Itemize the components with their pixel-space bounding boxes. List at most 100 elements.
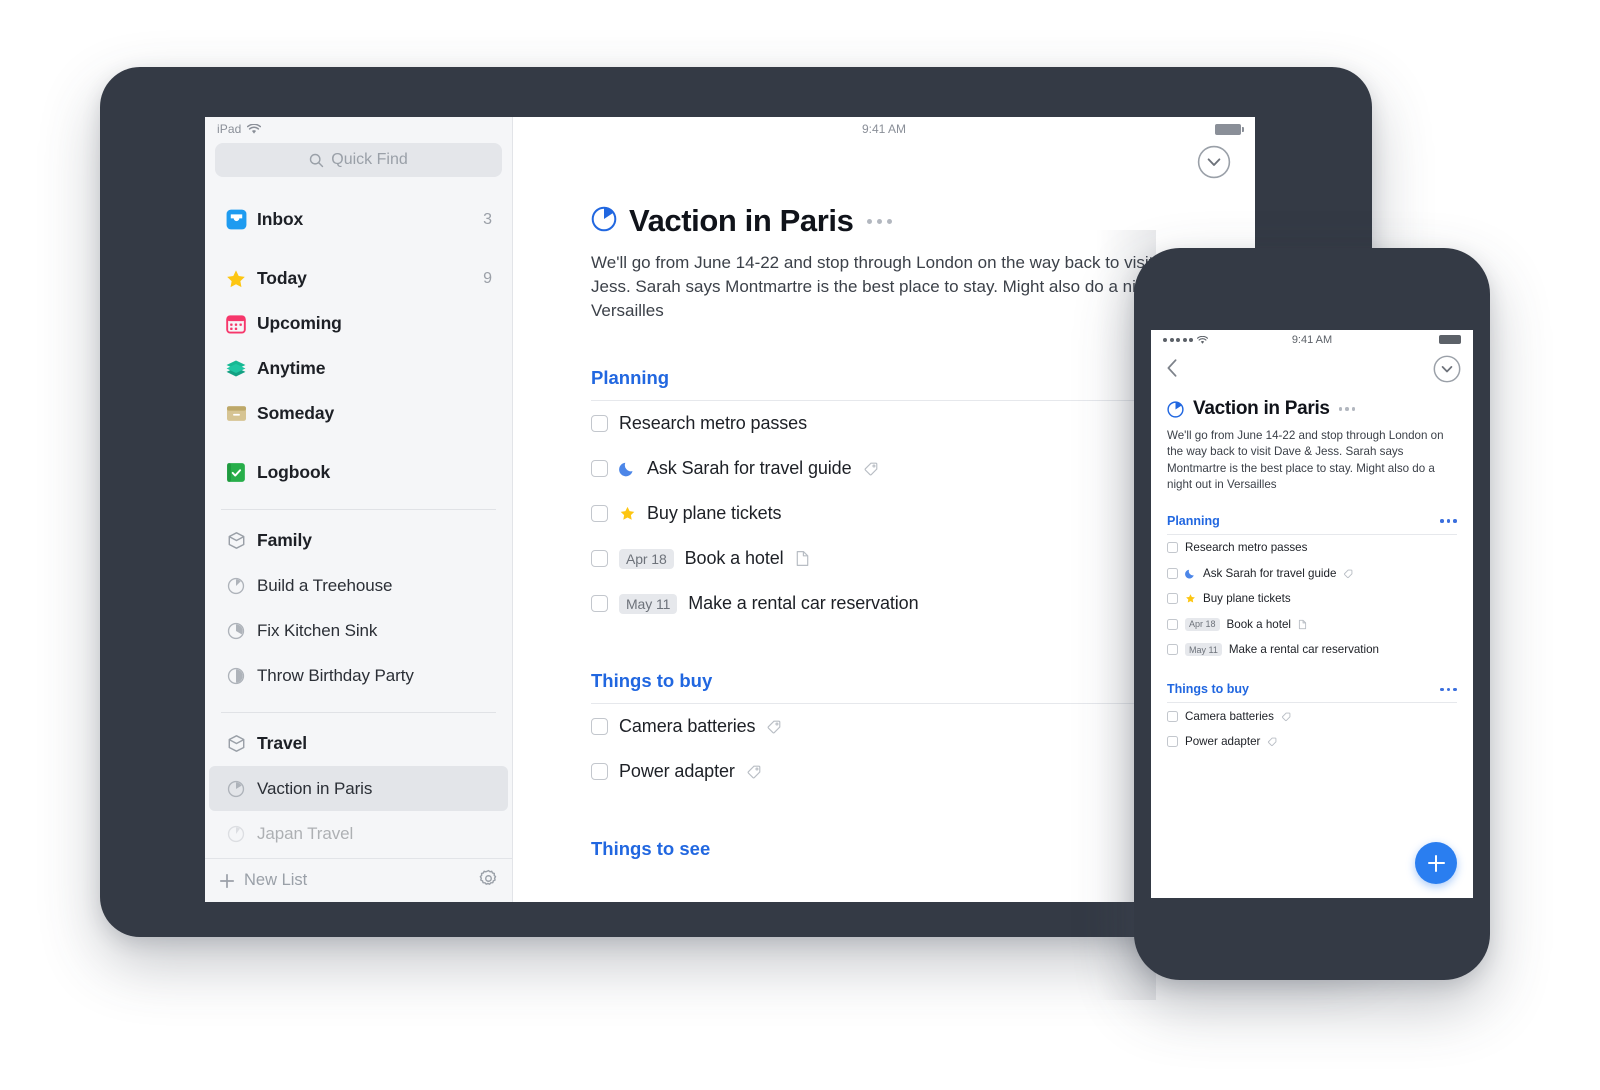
- tag-icon: [766, 718, 783, 735]
- task-title: Buy plane tickets: [647, 503, 782, 524]
- sidebar-item-logbook[interactable]: Logbook: [209, 450, 508, 495]
- sidebar-area-label: Family: [257, 530, 312, 550]
- new-list-label: New List: [244, 871, 308, 889]
- task-checkbox[interactable]: [1167, 736, 1178, 748]
- task-row[interactable]: Power adapter: [1167, 729, 1457, 755]
- progress-pie-icon: [223, 667, 249, 685]
- task-checkbox[interactable]: [591, 718, 608, 736]
- task-checkbox[interactable]: [591, 460, 608, 478]
- page-title: Vaction in Paris: [629, 203, 854, 238]
- sidebar-item-today[interactable]: Today 9: [209, 256, 508, 301]
- section-heading: Things to buy: [591, 670, 713, 692]
- star-icon: [619, 505, 636, 522]
- sidebar-item-someday[interactable]: Someday: [209, 391, 508, 436]
- section-heading: Planning: [591, 367, 670, 389]
- section-menu-button[interactable]: [1440, 519, 1457, 523]
- task-checkbox[interactable]: [1167, 710, 1178, 722]
- sidebar-area-family[interactable]: Family: [209, 518, 508, 563]
- box-icon: [223, 404, 249, 423]
- search-input[interactable]: Quick Find: [215, 143, 502, 177]
- progress-pie-icon: [223, 577, 249, 595]
- sidebar-project-fix-kitchen-sink[interactable]: Fix Kitchen Sink: [209, 608, 508, 653]
- task-date-badge: Apr 18: [1185, 617, 1220, 631]
- gear-icon[interactable]: [479, 869, 498, 893]
- sidebar-project-label: Fix Kitchen Sink: [257, 620, 378, 640]
- collapse-all-button[interactable]: [1197, 145, 1231, 179]
- back-button[interactable]: [1165, 357, 1179, 384]
- sidebar-project-vaction-in-paris[interactable]: Vaction in Paris: [209, 766, 508, 811]
- task-row[interactable]: May 11 Make a rental car reservation: [1167, 637, 1457, 663]
- content-status-bar: 9:41 AM: [513, 117, 1255, 141]
- task-row[interactable]: Camera batteries: [591, 704, 1191, 749]
- task-date-badge: May 11: [1185, 643, 1222, 657]
- new-list-button[interactable]: New List: [219, 871, 307, 890]
- moon-icon: [1185, 568, 1196, 579]
- task-checkbox[interactable]: [1167, 567, 1178, 579]
- iphone-status-bar: 9:41 AM: [1151, 330, 1473, 350]
- tag-icon: [1267, 736, 1278, 747]
- sidebar-divider: [221, 712, 496, 713]
- project-menu-button[interactable]: [865, 213, 894, 230]
- task-checkbox[interactable]: [1167, 593, 1178, 605]
- iphone-project-detail: Vaction in Paris We'll go from June 14-2…: [1151, 390, 1473, 754]
- task-title: Make a rental car reservation: [1228, 643, 1380, 657]
- sidebar-project-japan-travel[interactable]: Japan Travel: [209, 811, 508, 856]
- status-time: 9:41 AM: [861, 122, 907, 136]
- section-menu-button[interactable]: [1440, 687, 1457, 692]
- task-title: Camera batteries: [619, 716, 756, 737]
- task-checkbox[interactable]: [591, 550, 608, 568]
- task-checkbox[interactable]: [591, 505, 608, 523]
- task-row[interactable]: Camera batteries: [1167, 703, 1457, 729]
- search-placeholder: Quick Find: [331, 151, 408, 168]
- task-checkbox[interactable]: [591, 763, 608, 781]
- progress-pie-icon: [1167, 400, 1184, 418]
- sidebar-area-travel[interactable]: Travel: [209, 721, 508, 766]
- task-title: Research metro passes: [619, 413, 807, 434]
- task-row[interactable]: Research metro passes: [591, 401, 1191, 446]
- task-row[interactable]: Apr 18 Book a hotel: [1167, 611, 1457, 637]
- project-menu-button[interactable]: [1338, 407, 1356, 411]
- sidebar-project-label: Build a Treehouse: [257, 575, 393, 595]
- sidebar-item-anytime[interactable]: Anytime: [209, 346, 508, 391]
- task-checkbox[interactable]: [1167, 542, 1178, 554]
- task-row[interactable]: May 11 Make a rental car reservation: [591, 581, 1191, 626]
- sidebar-project-build-a-treehouse[interactable]: Build a Treehouse: [209, 563, 508, 608]
- task-checkbox[interactable]: [1167, 618, 1178, 630]
- area-cube-icon: [223, 531, 249, 550]
- tag-icon: [746, 763, 763, 780]
- task-title: Make a rental car reservation: [688, 593, 919, 614]
- collapse-all-button[interactable]: [1433, 355, 1461, 383]
- task-row[interactable]: Research metro passes: [1167, 535, 1457, 561]
- calendar-icon: [223, 314, 249, 334]
- sidebar-project-throw-birthday-party[interactable]: Throw Birthday Party: [209, 653, 508, 698]
- chevron-down-circle-icon: [1433, 355, 1461, 383]
- task-row[interactable]: Power adapter: [591, 749, 1191, 794]
- sidebar-item-label: Anytime: [257, 358, 326, 378]
- task-row[interactable]: Apr 18 Book a hotel: [591, 536, 1191, 581]
- sidebar-area-label: Travel: [257, 733, 307, 753]
- wifi-icon: [247, 123, 262, 134]
- sidebar-project-label: Throw Birthday Party: [257, 665, 414, 685]
- sidebar-item-label: Logbook: [257, 462, 331, 482]
- task-row[interactable]: Ask Sarah for travel guide: [591, 446, 1191, 491]
- ipad-screen: iPad Quick Find Inbox 3 Today 9 Upcoming…: [205, 117, 1255, 902]
- section-heading: Things to buy: [1167, 682, 1249, 697]
- task-checkbox[interactable]: [1167, 644, 1178, 656]
- plus-icon: [219, 873, 235, 888]
- sidebar-project-label: Japan Travel: [257, 823, 354, 843]
- sidebar-item-upcoming[interactable]: Upcoming: [209, 301, 508, 346]
- star-icon: [223, 268, 249, 290]
- ipad-status-bar: iPad: [205, 117, 512, 141]
- task-checkbox[interactable]: [591, 415, 608, 433]
- iphone-device: 9:41 AM Vaction in Paris We'll go from J…: [1134, 248, 1490, 980]
- task-row[interactable]: Buy plane tickets: [591, 491, 1191, 536]
- note-icon: [795, 550, 810, 567]
- sidebar-item-inbox[interactable]: Inbox 3: [209, 197, 508, 242]
- task-checkbox[interactable]: [591, 595, 608, 613]
- sidebar-project-label: Vaction in Paris: [257, 778, 373, 798]
- add-task-button[interactable]: [1415, 842, 1457, 884]
- task-row[interactable]: Buy plane tickets: [1167, 586, 1457, 612]
- task-row[interactable]: Ask Sarah for travel guide: [1167, 560, 1457, 586]
